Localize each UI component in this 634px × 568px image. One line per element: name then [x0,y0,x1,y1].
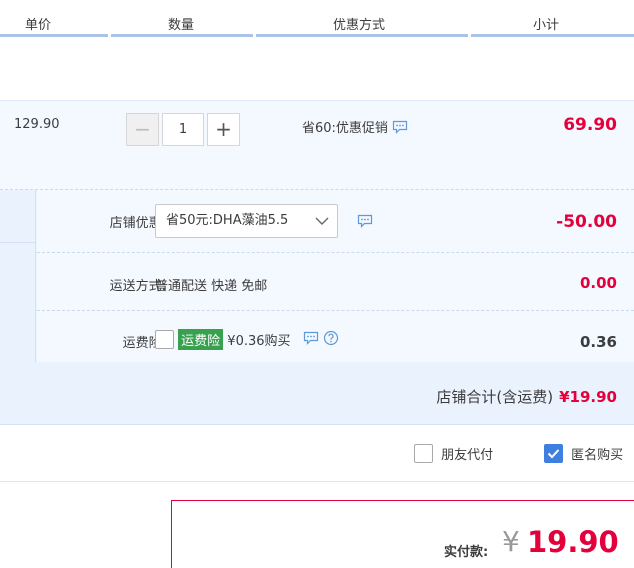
increase-quantity-button[interactable]: + [207,113,240,146]
payment-amount: 19.90 [527,525,619,559]
insurance-checkbox[interactable] [155,330,174,349]
shop-total-label: 店铺合计(含运费) [436,388,554,406]
promotion-text: 省60:优惠促销 [302,121,388,136]
order-options: 朋友代付 匿名购买 [0,426,634,482]
insurance-tag: 运费险 [178,329,224,350]
shop-options-panel: 店铺优惠: 省50元:DHA藻油5.5 -50.00 运送方式: 普通配送 快递… [37,190,634,362]
item-promotion: 省60:优惠促销 [302,117,408,138]
header-divider [471,34,634,37]
help-icon[interactable] [323,330,339,350]
shipping-row: 运送方式: 普通配送 快递 免邮 0.00 [37,253,634,311]
insurance-price: ¥0.36购买 [227,334,291,349]
header-divider [0,34,108,37]
col-subtotal: 小计 [533,18,560,33]
quantity-stepper: − 1 + [126,113,240,146]
chevron-down-icon [315,211,329,243]
decrease-quantity-button[interactable]: − [126,113,159,146]
shop-summary: 店铺优惠: 省50元:DHA藻油5.5 -50.00 运送方式: 普通配送 快递… [0,190,634,425]
col-quantity: 数量 [168,18,195,33]
payment-summary: 实付款: ¥ 19.90 [171,500,634,568]
friend-pay-option[interactable]: 朋友代付 [414,444,493,463]
shop-total-value: ¥19.90 [559,388,617,406]
coupon-selected-value: 省50元:DHA藻油5.5 [166,213,289,228]
cart-item-row: 129.90 − 1 + 省60:优惠促销 69.90 [0,100,634,190]
insurance-amount: 0.36 [579,333,617,351]
shipping-method: 普通配送 快递 免邮 [155,279,268,294]
shipping-amount: 0.00 [579,274,617,292]
cart-header: 单价 数量 优惠方式 小计 [0,0,634,38]
chat-bubble-icon[interactable] [303,331,319,349]
insurance-option: 运费险 ¥0.36购买 [155,329,339,350]
header-divider [256,34,468,37]
item-subtotal: 69.90 [563,115,617,135]
chat-bubble-icon[interactable] [392,120,408,138]
anonymous-purchase-option[interactable]: 匿名购买 [544,444,623,463]
chat-bubble-icon[interactable] [357,214,373,232]
header-divider [111,34,253,37]
anonymous-label: 匿名购买 [571,448,624,463]
shop-total: 店铺合计(含运费) ¥19.90 [436,386,617,407]
currency-symbol: ¥ [502,525,520,558]
coupon-select[interactable]: 省50元:DHA藻油5.5 [155,204,338,238]
friend-pay-label: 朋友代付 [441,448,494,463]
quantity-input[interactable]: 1 [162,113,204,146]
item-unit-price: 129.90 [14,117,60,132]
payment-label: 实付款: [444,545,489,560]
insurance-row: 运费险: 运费险 ¥0.36购买 0.36 [37,311,634,362]
col-discount: 优惠方式 [333,18,386,33]
shop-left-column [0,190,36,362]
coupon-row: 店铺优惠: 省50元:DHA藻油5.5 -50.00 [37,190,634,253]
anonymous-checkbox[interactable] [544,444,563,463]
friend-pay-checkbox[interactable] [414,444,433,463]
col-unit-price: 单价 [25,18,52,33]
coupon-amount: -50.00 [556,212,617,232]
